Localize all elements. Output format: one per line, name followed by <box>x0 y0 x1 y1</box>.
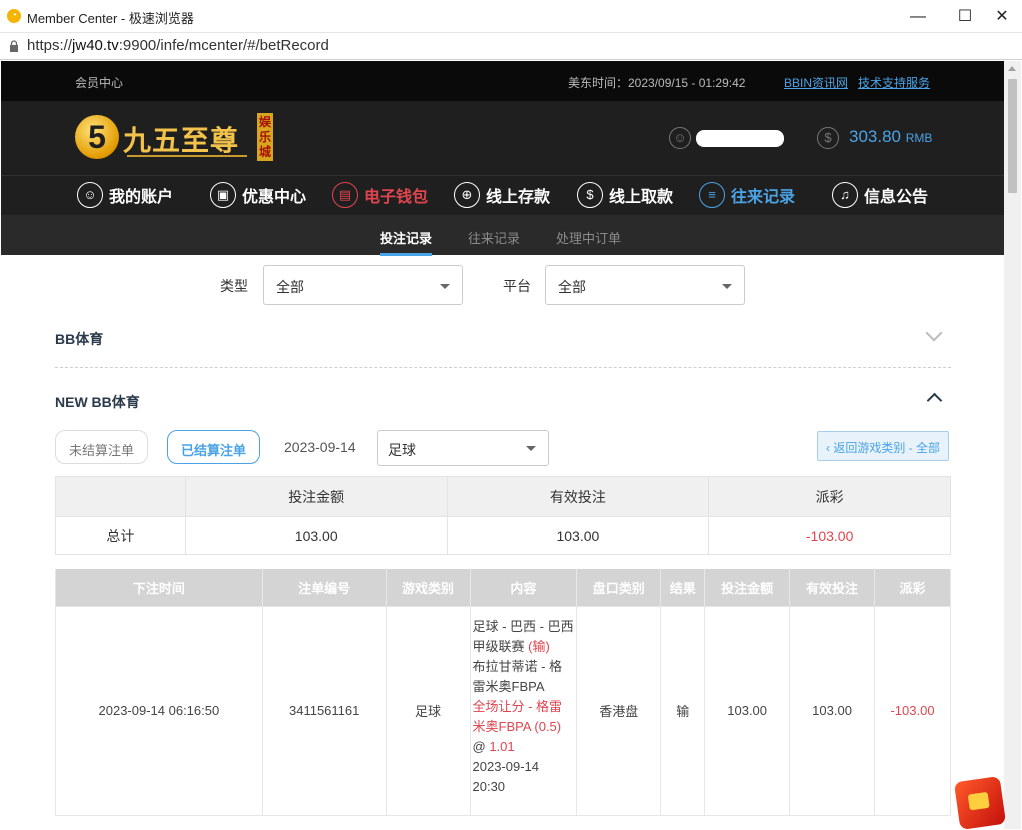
minimize-button[interactable]: — <box>904 4 932 30</box>
records-header: 下注时间 <box>55 569 263 606</box>
nav-announcements[interactable]: ♫ 信息公告 <box>832 182 928 210</box>
platform-label: 平台 <box>503 278 531 294</box>
filter-row: 类型 全部 平台 全部 <box>1 265 1004 305</box>
bet-id: 3411561161 <box>261 605 387 816</box>
summary-header: 投注金额 <box>184 476 448 517</box>
browser-logo-icon: ◔ <box>7 9 21 23</box>
username-redacted <box>696 130 784 147</box>
records-table: 下注时间 注单编号 游戏类别 内容 盘口类别 结果 投注金额 有效投注 派彩 2… <box>55 569 951 816</box>
caret-down-icon <box>722 284 732 289</box>
back-to-categories-button[interactable]: ‹ 返回游戏类别 - 全部 <box>817 431 949 461</box>
record-icon: ≡ <box>699 182 725 208</box>
dollar-icon: $ <box>817 127 839 149</box>
scroll-up-icon[interactable] <box>1008 66 1016 71</box>
window-title: Member Center - 极速浏览器 <box>27 11 194 26</box>
close-button[interactable]: ✕ <box>988 4 1016 30</box>
section-bb-sports[interactable]: BB体育 <box>55 329 103 349</box>
records-header: 结果 <box>660 569 706 606</box>
logo-digit: 5 <box>75 115 119 159</box>
platform-select[interactable]: 全部 <box>545 265 745 305</box>
logo-ornament <box>127 155 247 157</box>
lock-icon <box>10 40 18 52</box>
wallet-icon: ▤ <box>332 182 358 208</box>
section-divider <box>55 367 951 368</box>
records-header: 注单编号 <box>261 569 387 606</box>
records-header: 派彩 <box>874 569 951 606</box>
main-nav: ☺ 我的账户 ▣ 优惠中心 ▤ 电子钱包 ⊕ 线上存款 $ 线上取款 ≡ 往来记录 ♫ 信息公… <box>1 175 1004 215</box>
summary-payout: -103.00 <box>708 516 951 555</box>
logo-name: 九五至尊 <box>123 124 240 157</box>
logo-sub: 娱乐城 <box>257 113 273 161</box>
section-new-bb-sports[interactable]: NEW BB体育 <box>55 392 140 412</box>
scrollbar-thumb[interactable] <box>1008 79 1017 193</box>
caret-down-icon <box>440 284 450 289</box>
unsettled-bets-button[interactable]: 未结算注单 <box>55 430 149 464</box>
bet-payout: -103.00 <box>874 605 951 816</box>
member-center-label: 会员中心 <box>75 76 124 90</box>
maximize-button[interactable]: ☐ <box>951 4 979 30</box>
nav-withdraw[interactable]: $ 线上取款 <box>577 182 673 210</box>
nav-my-account[interactable]: ☺ 我的账户 <box>77 182 173 210</box>
chevron-up-icon[interactable] <box>926 392 943 409</box>
market-type: 香港盘 <box>576 605 662 816</box>
site-logo[interactable]: 5 九五至尊 娱乐城 <box>75 113 275 165</box>
records-header: 盘口类别 <box>576 569 662 606</box>
tech-support-link[interactable]: 技术支持服务 <box>858 74 930 91</box>
tab-pending-orders[interactable]: 处理中订单 <box>556 228 621 247</box>
sport-select[interactable]: 足球 <box>377 430 549 466</box>
page-scrollbar[interactable] <box>1004 61 1021 829</box>
settled-bets-button[interactable]: 已结算注单 <box>167 430 261 464</box>
game-type: 足球 <box>385 605 471 816</box>
records-header: 投注金额 <box>704 569 791 606</box>
user-icon: ☺ <box>77 182 103 208</box>
nav-transactions[interactable]: ≡ 往来记录 <box>699 182 795 210</box>
summary-table: 投注金额 有效投注 派彩 总计 103.00 103.00 -103.00 <box>55 476 951 555</box>
records-header: 内容 <box>469 569 578 606</box>
summary-stake: 103.00 <box>184 516 448 555</box>
avatar-icon[interactable]: ☺ <box>669 127 691 149</box>
browser-titlebar: ◔ Member Center - 极速浏览器 — ☐ ✕ <box>0 0 1022 33</box>
summary-valid: 103.00 <box>446 516 710 555</box>
floating-promo-icon[interactable] <box>953 776 1007 830</box>
records-header: 游戏类别 <box>385 569 471 606</box>
bet-time: 2023-09-14 06:16:50 <box>55 605 263 816</box>
table-row: 2023-09-14 06:16:50 3411561161 足球 足球 - 巴… <box>55 605 951 816</box>
balance-currency: RMB <box>905 131 933 145</box>
site-header: 5 九五至尊 娱乐城 ☺ $ 303.80 RMB <box>1 101 1004 175</box>
address-bar[interactable]: https://jw40.tv:9900/infe/mcenter/#/betR… <box>0 33 1022 60</box>
date-display[interactable]: 2023-09-14 <box>284 439 356 455</box>
summary-header: 有效投注 <box>446 476 710 517</box>
summary-total-label: 总计 <box>55 516 186 555</box>
gift-icon: ▣ <box>210 182 236 208</box>
balance-display: 303.80 RMB <box>849 127 932 147</box>
type-select[interactable]: 全部 <box>263 265 463 305</box>
nav-e-wallet[interactable]: ▤ 电子钱包 <box>332 182 428 210</box>
summary-header: 派彩 <box>708 476 951 517</box>
tab-transaction-records[interactable]: 往来记录 <box>468 228 520 247</box>
type-label: 类型 <box>220 278 248 294</box>
sub-nav: 投注记录 往来记录 处理中订单 <box>1 215 1004 256</box>
bbin-news-link[interactable]: BBIN资讯网 <box>784 74 848 91</box>
withdraw-icon: $ <box>577 182 603 208</box>
nav-promotions[interactable]: ▣ 优惠中心 <box>210 182 306 210</box>
url-text: https://jw40.tv:9900/infe/mcenter/#/betR… <box>27 37 329 54</box>
valid-bet: 103.00 <box>789 605 875 816</box>
bet-result: 输 <box>660 605 706 816</box>
tab-bet-records[interactable]: 投注记录 <box>380 228 433 256</box>
top-info-bar: 会员中心 美东时间：2023/09/15 - 01:29:42 BBIN资讯网 … <box>1 61 1004 101</box>
server-time: 美东时间：2023/09/15 - 01:29:42 <box>568 76 746 90</box>
records-header: 有效投注 <box>789 569 875 606</box>
caret-down-icon <box>526 446 536 451</box>
bell-icon: ♫ <box>832 182 858 208</box>
deposit-icon: ⊕ <box>454 182 480 208</box>
bet-content: 足球 - 巴西 - 巴西甲级联赛 (输) 布拉甘蒂诺 - 格雷米奥FBPA 全场… <box>469 605 578 816</box>
chevron-down-icon[interactable] <box>925 324 943 342</box>
nav-deposit[interactable]: ⊕ 线上存款 <box>454 182 550 210</box>
balance-amount: 303.80 <box>849 127 901 146</box>
page-viewport: 会员中心 美东时间：2023/09/15 - 01:29:42 BBIN资讯网 … <box>1 61 1004 829</box>
bet-stake: 103.00 <box>704 605 791 816</box>
